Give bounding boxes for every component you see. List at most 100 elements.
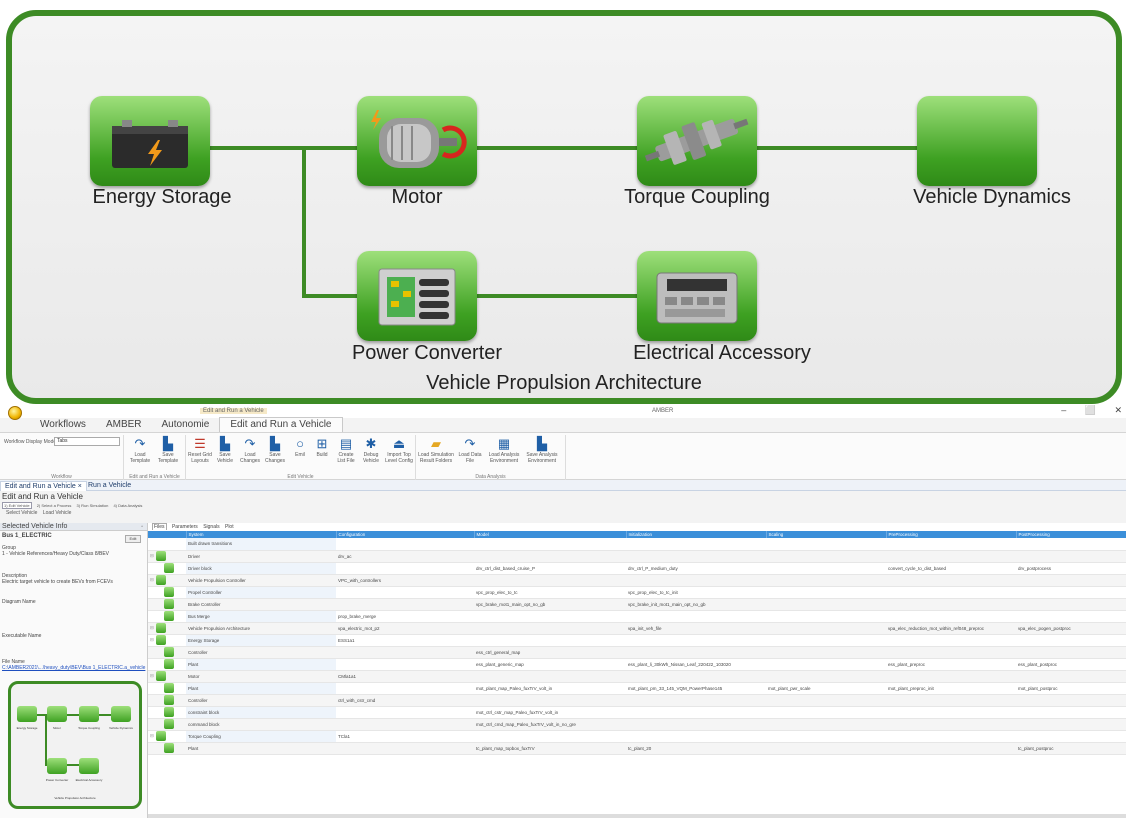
grid-tab-plot[interactable]: Plot (225, 524, 234, 530)
cell-model[interactable] (474, 730, 626, 743)
cell-model[interactable] (474, 670, 626, 683)
mini-architecture-diagram[interactable]: Energy Storage Motor Torque Coupling Veh… (8, 681, 142, 809)
table-row[interactable]: Bus Merge prop_brake_merge (148, 610, 1126, 623)
table-row[interactable]: Controller ctrl_with_cstr_cmd (148, 694, 1126, 707)
cell-init[interactable] (626, 718, 766, 731)
row-expander-cell[interactable]: ⊟ (148, 574, 186, 587)
cell-pre[interactable] (886, 694, 1016, 707)
minimize-button[interactable]: – (1061, 405, 1066, 415)
cell-config[interactable] (336, 742, 474, 755)
cell-system[interactable]: Energy Storage (186, 634, 336, 647)
cell-model[interactable] (474, 622, 626, 635)
cell-init[interactable] (626, 610, 766, 623)
cell-pre[interactable] (886, 610, 1016, 623)
row-expander-cell[interactable] (148, 658, 186, 671)
row-expander-cell[interactable] (148, 694, 186, 707)
cell-scaling[interactable] (766, 730, 886, 743)
cell-init[interactable] (626, 538, 766, 551)
cell-post[interactable] (1016, 706, 1126, 719)
cell-model[interactable] (474, 634, 626, 647)
cell-scaling[interactable] (766, 706, 886, 719)
cell-config[interactable]: ESS1a1 (336, 634, 474, 647)
cell-scaling[interactable] (766, 550, 886, 563)
cell-init[interactable] (626, 706, 766, 719)
column-header-initialization[interactable]: Initialization (626, 531, 767, 538)
cell-model[interactable] (474, 538, 626, 551)
table-row[interactable]: constraint block mot_ctrl_cstr_map_Paleo_… (148, 706, 1126, 719)
row-expander-cell[interactable] (148, 598, 186, 611)
cell-system[interactable]: Brake Controller (186, 598, 336, 611)
select-vehicle-button[interactable]: Select Vehicle (6, 510, 37, 516)
cell-pre[interactable] (886, 574, 1016, 587)
cell-scaling[interactable] (766, 598, 886, 611)
cell-config[interactable] (336, 586, 474, 599)
cell-post[interactable] (1016, 694, 1126, 707)
cell-system[interactable]: Plant (186, 742, 336, 755)
torque-coupling-node[interactable] (637, 96, 757, 186)
row-expander-cell[interactable] (148, 610, 186, 623)
cell-post[interactable] (1016, 574, 1126, 587)
cell-config[interactable] (336, 658, 474, 671)
cell-init[interactable] (626, 670, 766, 683)
doc-tab-run[interactable]: Run a Vehicle (84, 481, 135, 491)
cell-model[interactable]: mot_ctrl_cmd_map_Paleo_fuxTrV_volt_in_no… (474, 718, 626, 731)
cell-scaling[interactable]: mot_plant_pwr_scale (766, 682, 886, 695)
cell-pre[interactable] (886, 706, 1016, 719)
cell-pre[interactable] (886, 538, 1016, 551)
cell-pre[interactable] (886, 742, 1016, 755)
cell-config[interactable]: drv_ac (336, 550, 474, 563)
load-simulation-results-button[interactable]: ▰ Load Simulation Result Folders (418, 437, 454, 464)
cell-pre[interactable] (886, 646, 1016, 659)
cell-init[interactable]: drv_ctrl_P_medium_duty (626, 562, 766, 575)
cell-model[interactable]: mot_ctrl_cstr_map_Paleo_fuxTrV_volt_in (474, 706, 626, 719)
table-row[interactable]: Plant mot_plant_map_Paleo_fuxTrV_volt_in m… (148, 682, 1126, 695)
cell-scaling[interactable] (766, 538, 886, 551)
table-row[interactable]: ⊟ Energy Storage ESS1a1 (148, 634, 1126, 647)
cell-config[interactable] (336, 598, 474, 611)
cell-scaling[interactable] (766, 694, 886, 707)
cell-system[interactable]: Controller (186, 694, 336, 707)
cell-scaling[interactable] (766, 742, 886, 755)
row-expander-cell[interactable] (148, 706, 186, 719)
cell-pre[interactable] (886, 598, 1016, 611)
cell-system[interactable]: Controller (186, 646, 336, 659)
cell-pre[interactable] (886, 718, 1016, 731)
cell-pre[interactable]: vpa_elec_reduction_mot_within_ref048_pre… (886, 622, 1016, 635)
table-row[interactable]: Plant ess_plant_generic_map ess_plant_li_3… (148, 658, 1126, 671)
cell-post[interactable]: vpa_elec_pogen_postproc (1016, 622, 1126, 635)
cell-system[interactable]: Vehicle Propulsion Architecture (186, 622, 336, 635)
column-header[interactable] (148, 531, 187, 538)
cell-scaling[interactable] (766, 658, 886, 671)
cell-post[interactable] (1016, 550, 1126, 563)
grid-tab-files[interactable]: Files (152, 523, 167, 530)
load-vehicle-button[interactable]: Load Vehicle (43, 510, 72, 516)
cell-scaling[interactable] (766, 610, 886, 623)
cell-pre[interactable] (886, 550, 1016, 563)
energy-storage-node[interactable] (90, 96, 210, 186)
cell-post[interactable] (1016, 718, 1126, 731)
cell-init[interactable]: vpa_init_veh_file (626, 622, 766, 635)
cell-scaling[interactable] (766, 718, 886, 731)
table-row[interactable]: Propel Controller vpc_prop_elec_to_tc vpc_… (148, 586, 1126, 599)
cell-config[interactable]: prop_brake_merge (336, 610, 474, 623)
cell-system[interactable]: Motor (186, 670, 336, 683)
cell-post[interactable]: mot_plant_postproc (1016, 682, 1126, 695)
create-list-file-button[interactable]: ▤ Create List File (334, 437, 358, 464)
cell-config[interactable]: vpa_electric_mot_p2 (336, 622, 474, 635)
tab-autonomie[interactable]: Autonomie (152, 418, 220, 432)
cell-model[interactable] (474, 574, 626, 587)
cell-model[interactable] (474, 610, 626, 623)
cell-post[interactable] (1016, 586, 1126, 599)
cell-system[interactable]: Bus Merge (186, 610, 336, 623)
cell-model[interactable] (474, 550, 626, 563)
table-row[interactable]: ⊟ Driver drv_ac (148, 550, 1126, 563)
cell-scaling[interactable] (766, 586, 886, 599)
save-vehicle-button[interactable]: ▙ Save Vehicle (213, 437, 237, 464)
collapse-icon[interactable]: ⊟ (150, 577, 154, 582)
step-edit-vehicle[interactable]: 1) Edit Vehicle (2, 502, 32, 509)
cell-post[interactable] (1016, 646, 1126, 659)
column-header-postprocessing[interactable]: PostProcessing (1016, 531, 1126, 538)
cell-model[interactable]: ess_plant_generic_map (474, 658, 626, 671)
doc-tab-edit-and-run[interactable]: Edit and Run a Vehicle × (0, 481, 87, 491)
table-row[interactable]: Plant tc_plant_map_topbox_fuxTrV tc_plant_… (148, 742, 1126, 755)
